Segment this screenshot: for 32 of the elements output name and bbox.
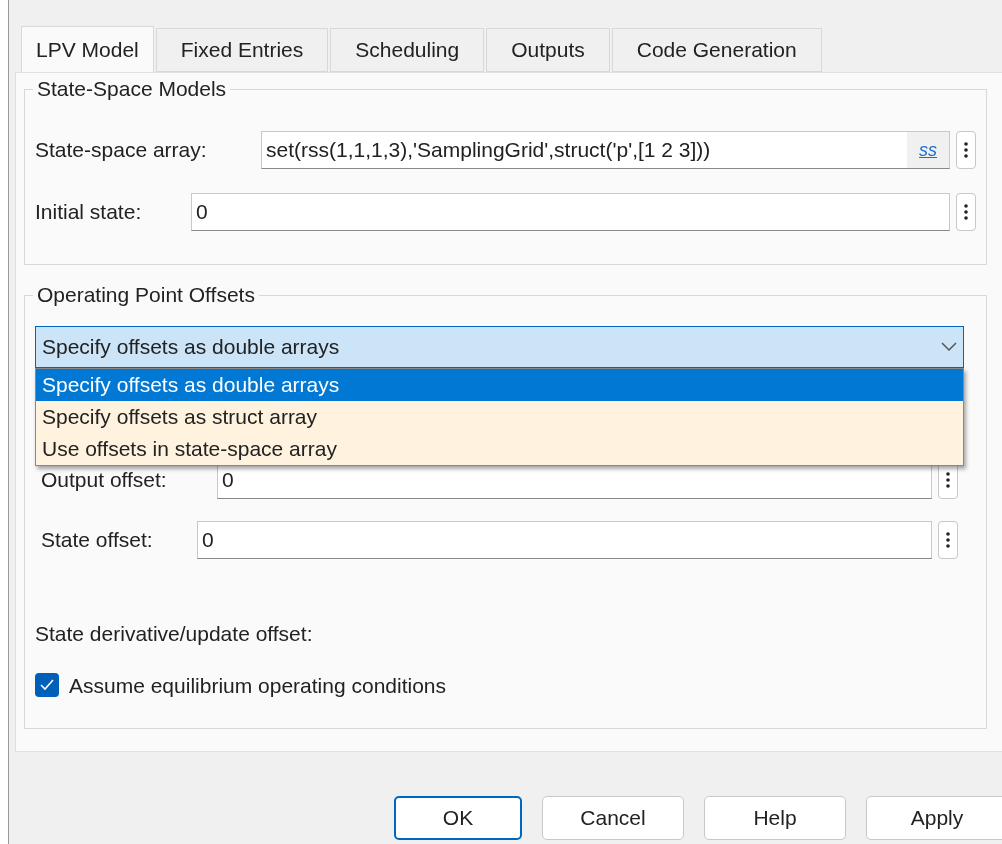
tab[interactable]: Scheduling	[330, 28, 485, 72]
tab[interactable]: Outputs	[486, 28, 610, 72]
chevron-down-icon	[941, 342, 957, 352]
dialog-button[interactable]: OK	[394, 796, 522, 840]
vertical-dots-icon	[964, 204, 968, 220]
input-field[interactable]: 0	[197, 521, 932, 559]
more-options-button[interactable]	[956, 193, 976, 231]
dialog-button[interactable]: Apply	[866, 796, 1002, 840]
derivative-label: State derivative/update offset:	[35, 621, 314, 647]
dropdown-option[interactable]: Specify offsets as struct array	[36, 401, 963, 433]
ss-link[interactable]: ss	[907, 132, 949, 168]
vertical-dots-icon	[946, 532, 950, 548]
field-label: Output offset:	[41, 467, 168, 494]
input-field[interactable]: set(rss(1,1,1,3),'SamplingGrid',struct('p',[1 2 3])) ss	[261, 131, 950, 169]
input-field[interactable]: 0	[191, 193, 950, 231]
tab[interactable]: Fixed Entries	[155, 28, 329, 72]
dropdown-option[interactable]: Specify offsets as double arrays	[36, 369, 963, 401]
tab[interactable]: LPV Model	[21, 26, 154, 72]
more-options-button[interactable]	[938, 521, 958, 559]
vertical-dots-icon	[946, 472, 950, 488]
dialog-button[interactable]: Help	[704, 796, 846, 840]
field-label: State offset:	[41, 527, 154, 554]
checkbox[interactable]	[35, 673, 59, 698]
tab[interactable]: Code Generation	[611, 28, 822, 72]
dialog-button[interactable]: Cancel	[542, 796, 684, 840]
more-options-button[interactable]	[956, 131, 976, 169]
vertical-dots-icon	[964, 142, 968, 158]
checkbox-label: Assume equilibrium operating conditions	[69, 672, 447, 699]
check-icon	[40, 679, 54, 692]
mode-dropdown[interactable]: Specify offsets as double arrays	[35, 326, 964, 368]
field-label: Initial state:	[35, 199, 143, 226]
field-label: State-space array:	[35, 137, 208, 164]
